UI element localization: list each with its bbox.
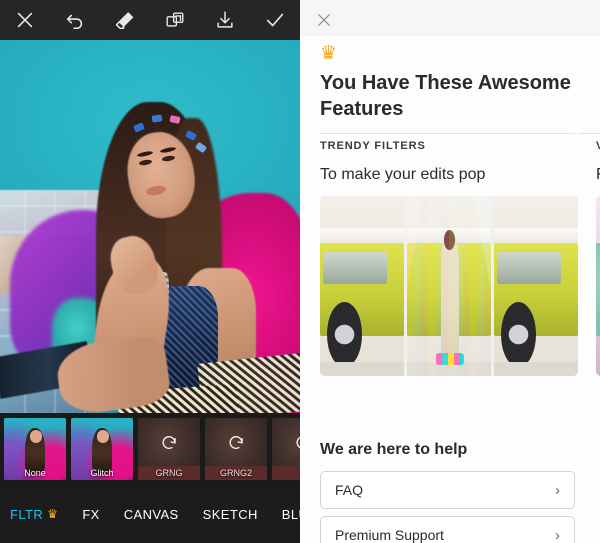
tab-canvas[interactable]: CANVAS [124, 507, 179, 522]
crown-icon: ♛ [320, 43, 338, 64]
crown-icon: ♛ [47, 507, 59, 521]
card-preview-image [320, 196, 578, 376]
app-screen: None Glitch GRNG GRNG2 FLTR ♛ FX CANVAS … [0, 0, 600, 543]
filter-thumb-none[interactable]: None [4, 418, 66, 480]
filter-label: None [24, 468, 46, 478]
help-row-label: Premium Support [335, 527, 444, 543]
preview-pane-center [407, 196, 491, 376]
help-row-faq[interactable]: FAQ › [320, 471, 575, 509]
tab-label: FLTR [10, 506, 44, 522]
card-kicker: TRENDY FILTERS [320, 140, 426, 152]
tab-fltr[interactable]: FLTR ♛ [10, 507, 58, 522]
preview-pane-right [494, 196, 578, 376]
tab-fx[interactable]: FX [82, 507, 99, 522]
eraser-icon[interactable] [100, 0, 150, 40]
preview-pane-left [320, 196, 404, 376]
help-section-title: We are here to help [320, 441, 468, 458]
features-sheet-panel: ♛ You Have These Awesome Features TRENDY… [300, 0, 600, 543]
filter-thumb-glitch[interactable]: Glitch [71, 418, 133, 480]
editor-toolbar [0, 0, 300, 40]
sheet-body: ♛ You Have These Awesome Features TRENDY… [300, 36, 600, 543]
editor-tab-bar[interactable]: FLTR ♛ FX CANVAS SKETCH BLUR [0, 485, 300, 543]
filter-thumb-grng2[interactable]: GRNG2 [205, 418, 267, 480]
undo-icon[interactable] [50, 0, 100, 40]
filter-label: G [272, 466, 300, 480]
download-circle-icon [293, 433, 300, 458]
tab-label: SKETCH [202, 506, 258, 522]
sheet-header [300, 0, 600, 36]
card-subtitle: For a retro look [596, 166, 600, 184]
download-circle-icon [159, 433, 179, 458]
card-kicker: VINTAGE [596, 140, 600, 152]
tab-label: CANVAS [123, 506, 179, 522]
filter-label: GRNG2 [205, 466, 267, 480]
feature-cards-carousel[interactable]: TRENDY FILTERS To make your edits pop [300, 140, 600, 408]
close-icon[interactable] [0, 0, 50, 40]
photo-editor-panel: None Glitch GRNG GRNG2 FLTR ♛ FX CANVAS … [0, 0, 300, 543]
page-title: You Have These Awesome Features [320, 72, 571, 120]
feature-card-trendy-filters[interactable]: TRENDY FILTERS To make your edits pop [320, 140, 578, 408]
card-subtitle: To make your edits pop [320, 166, 486, 183]
divider-secondary [578, 133, 600, 134]
preview-pane-left [596, 196, 600, 376]
filter-label: Glitch [90, 468, 114, 478]
download-circle-icon [226, 433, 246, 458]
filter-thumbnail-strip[interactable]: None Glitch GRNG GRNG2 [0, 413, 300, 485]
chevron-right-icon: › [555, 526, 560, 543]
help-row-label: FAQ [335, 482, 364, 498]
photo-hair-clip [151, 114, 163, 123]
filter-thumb-grng[interactable]: GRNG [138, 418, 200, 480]
download-icon[interactable] [200, 0, 250, 40]
photo-canvas[interactable] [0, 40, 300, 413]
filter-label: GRNG [138, 466, 200, 480]
divider [320, 133, 575, 134]
layers-icon[interactable] [150, 0, 200, 40]
chevron-right-icon: › [555, 481, 560, 499]
tab-sketch[interactable]: SKETCH [203, 507, 258, 522]
tab-label: FX [82, 506, 100, 522]
feature-card-vintage[interactable]: VINTAGE For a retro look [596, 140, 600, 408]
tab-label: BLUR [281, 506, 300, 522]
filter-thumb-next[interactable]: G [272, 418, 300, 480]
card-preview-image [596, 196, 600, 376]
help-row-premium-support[interactable]: Premium Support › [320, 516, 575, 543]
tab-blur[interactable]: BLUR [282, 507, 300, 522]
check-icon[interactable] [250, 0, 300, 40]
close-icon[interactable] [310, 8, 338, 32]
